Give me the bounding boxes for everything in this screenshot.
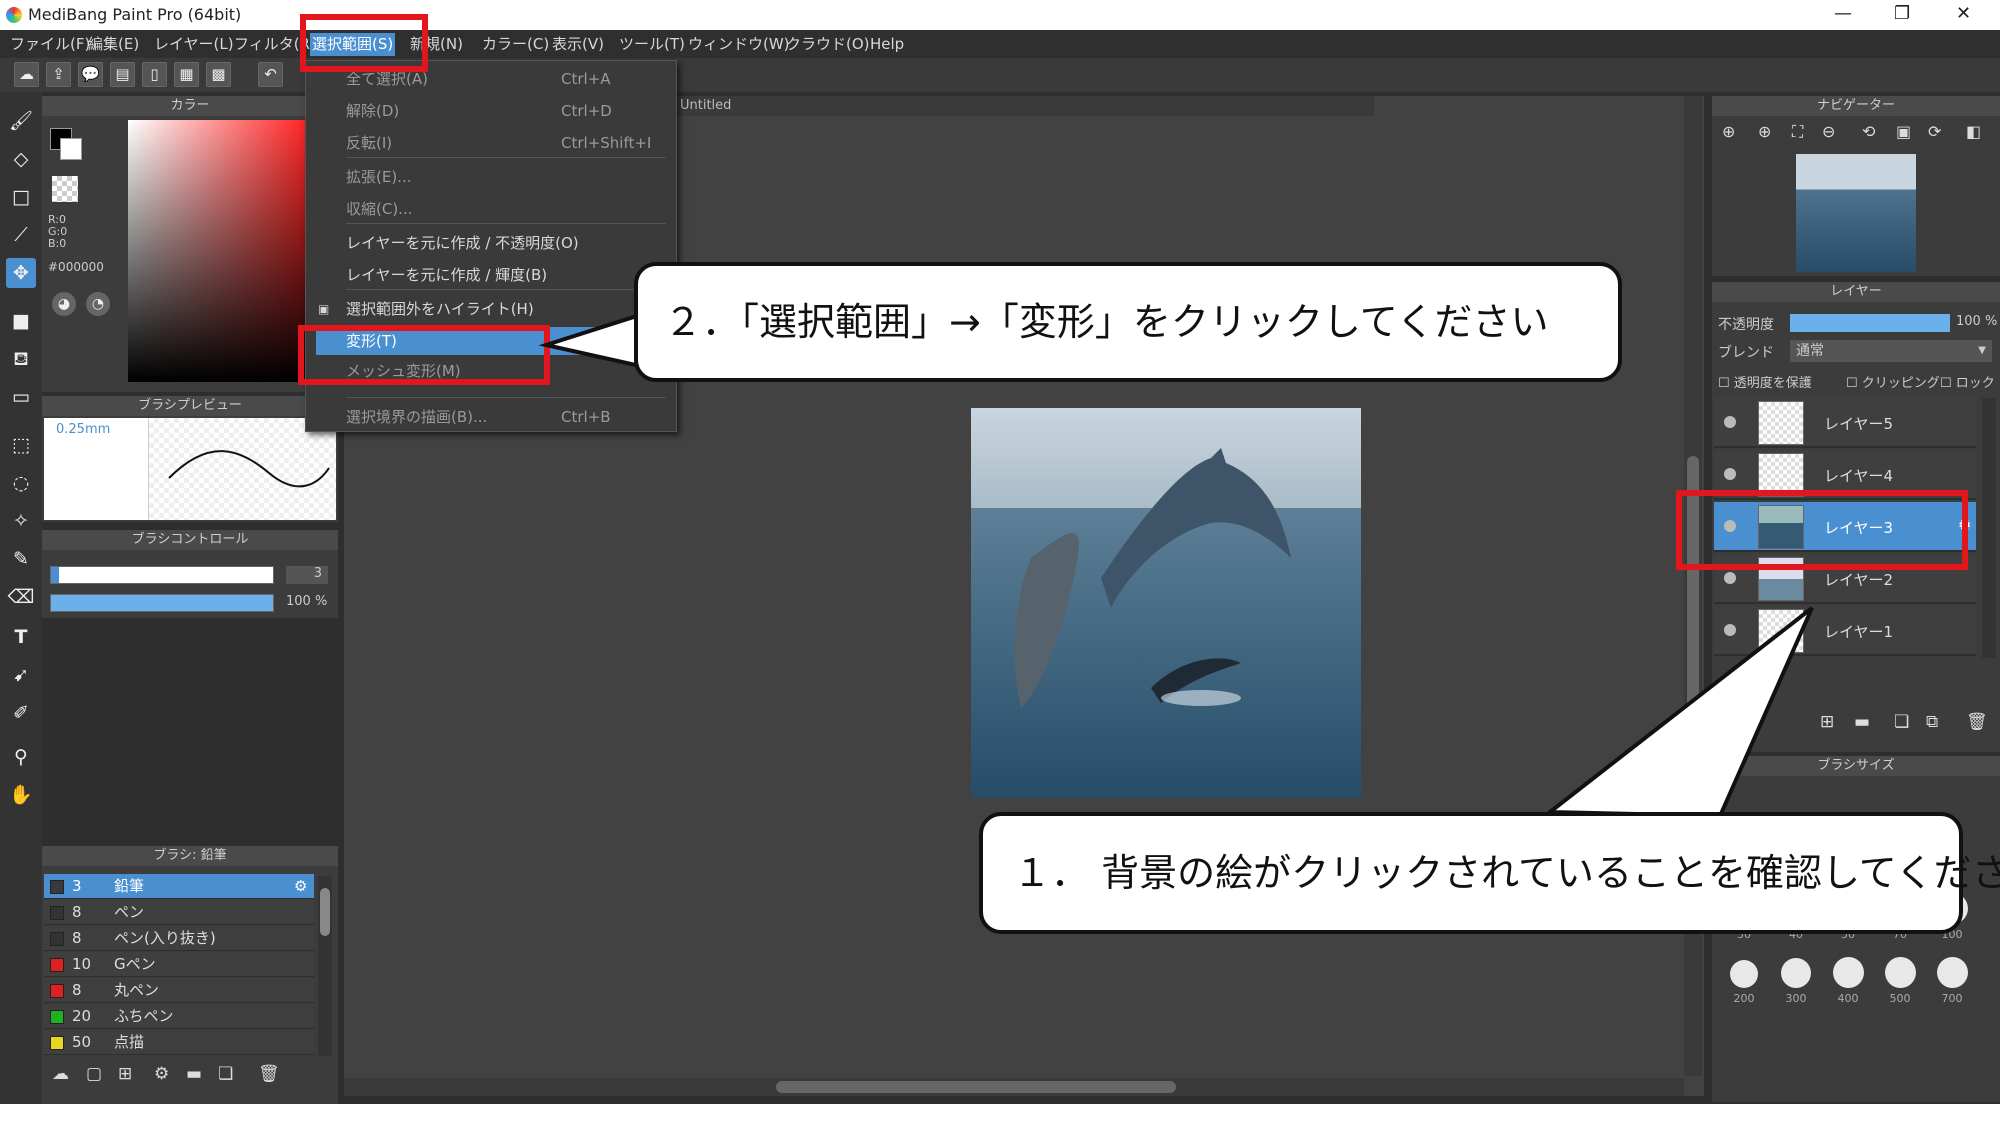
callout-step1: １． 背景の絵がクリックされていることを確認してください [979,812,2000,934]
callout-step2: ２．「選択範囲」→「変形」をクリックしてください [634,262,1622,382]
app-window: MediBang Paint Pro (64bit) — ❐ ✕ ファイル(F)… [0,0,2000,1125]
status-bar [0,1104,2000,1125]
callout-pointers [538,312,1814,819]
